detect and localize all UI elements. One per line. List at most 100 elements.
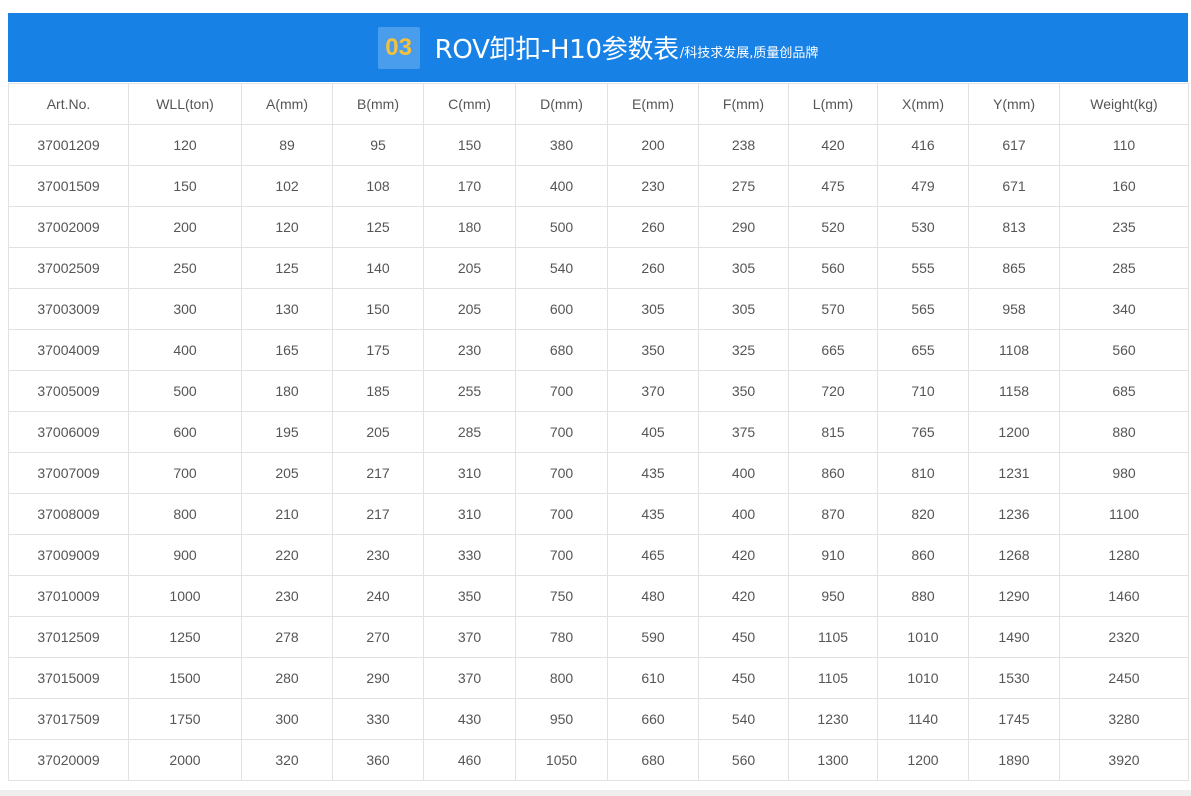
table-row: 37020009 2000 320 360 460 1050 680 560 1300 1200 1… [8, 739, 1189, 781]
cell-b: 95 [332, 124, 424, 166]
table-row: 37012509 1250 278 270 370 780 590 450 1105 1010 14… [8, 616, 1189, 658]
cell-c: 460 [423, 739, 516, 781]
cell-f: 238 [698, 124, 789, 166]
cell-y: 1268 [968, 534, 1060, 576]
cell-f: 420 [698, 534, 789, 576]
cell-a: 205 [241, 452, 333, 494]
table-row: 37007009 700 205 217 310 700 435 400 860 810 1231 9… [8, 452, 1189, 494]
cell-f: 305 [698, 288, 789, 330]
cell-c: 255 [423, 370, 516, 412]
cell-e: 590 [607, 616, 699, 658]
table-row: 37003009 300 130 150 205 600 305 305 570 565 958 34… [8, 288, 1189, 330]
cell-e: 480 [607, 575, 699, 617]
cell-d: 680 [515, 329, 608, 371]
column-header-art-no: Art.No. [8, 83, 129, 125]
cell-weight: 685 [1059, 370, 1189, 412]
column-header-y: Y(mm) [968, 83, 1060, 125]
cell-b: 150 [332, 288, 424, 330]
cell-c: 180 [423, 206, 516, 248]
column-header-b: B(mm) [332, 83, 424, 125]
table-row: 37002509 250 125 140 205 540 260 305 560 555 865 28… [8, 247, 1189, 289]
column-header-wll: WLL(ton) [128, 83, 242, 125]
cell-a: 125 [241, 247, 333, 289]
cell-f: 375 [698, 411, 789, 453]
cell-b: 330 [332, 698, 424, 740]
cell-b: 125 [332, 206, 424, 248]
cell-l: 720 [788, 370, 878, 412]
cell-c: 310 [423, 493, 516, 535]
cell-a: 102 [241, 165, 333, 207]
cell-art-no: 37005009 [8, 370, 129, 412]
cell-b: 175 [332, 329, 424, 371]
cell-d: 800 [515, 657, 608, 699]
cell-c: 205 [423, 247, 516, 289]
cell-l: 815 [788, 411, 878, 453]
cell-y: 671 [968, 165, 1060, 207]
cell-wll: 300 [128, 288, 242, 330]
cell-e: 230 [607, 165, 699, 207]
cell-art-no: 37002509 [8, 247, 129, 289]
table-row: 37004009 400 165 175 230 680 350 325 665 655 1108 5… [8, 329, 1189, 371]
cell-d: 540 [515, 247, 608, 289]
cell-x: 860 [877, 534, 969, 576]
cell-e: 465 [607, 534, 699, 576]
cell-weight: 1280 [1059, 534, 1189, 576]
cell-weight: 160 [1059, 165, 1189, 207]
cell-f: 290 [698, 206, 789, 248]
cell-b: 140 [332, 247, 424, 289]
cell-c: 370 [423, 657, 516, 699]
cell-a: 220 [241, 534, 333, 576]
cell-d: 1050 [515, 739, 608, 781]
cell-e: 680 [607, 739, 699, 781]
cell-c: 150 [423, 124, 516, 166]
column-header-e: E(mm) [607, 83, 699, 125]
cell-e: 260 [607, 206, 699, 248]
cell-e: 350 [607, 329, 699, 371]
cell-a: 180 [241, 370, 333, 412]
cell-a: 195 [241, 411, 333, 453]
cell-weight: 560 [1059, 329, 1189, 371]
cell-y: 1745 [968, 698, 1060, 740]
cell-f: 420 [698, 575, 789, 617]
cell-weight: 285 [1059, 247, 1189, 289]
cell-f: 325 [698, 329, 789, 371]
cell-c: 230 [423, 329, 516, 371]
cell-l: 870 [788, 493, 878, 535]
cell-c: 370 [423, 616, 516, 658]
column-header-c: C(mm) [423, 83, 516, 125]
cell-x: 1010 [877, 616, 969, 658]
cell-wll: 1500 [128, 657, 242, 699]
cell-a: 120 [241, 206, 333, 248]
cell-weight: 3920 [1059, 739, 1189, 781]
cell-art-no: 37001509 [8, 165, 129, 207]
cell-l: 520 [788, 206, 878, 248]
cell-d: 380 [515, 124, 608, 166]
cell-x: 765 [877, 411, 969, 453]
cell-art-no: 37009009 [8, 534, 129, 576]
cell-f: 305 [698, 247, 789, 289]
cell-a: 130 [241, 288, 333, 330]
cell-y: 958 [968, 288, 1060, 330]
cell-f: 350 [698, 370, 789, 412]
cell-x: 555 [877, 247, 969, 289]
cell-y: 865 [968, 247, 1060, 289]
cell-b: 240 [332, 575, 424, 617]
cell-art-no: 37017509 [8, 698, 129, 740]
cell-weight: 1100 [1059, 493, 1189, 535]
cell-e: 405 [607, 411, 699, 453]
cell-a: 278 [241, 616, 333, 658]
column-header-x: X(mm) [877, 83, 969, 125]
table-row: 37005009 500 180 185 255 700 370 350 720 710 1158 6… [8, 370, 1189, 412]
cell-weight: 340 [1059, 288, 1189, 330]
cell-x: 655 [877, 329, 969, 371]
cell-x: 530 [877, 206, 969, 248]
bottom-divider [0, 790, 1191, 796]
cell-f: 400 [698, 452, 789, 494]
cell-y: 813 [968, 206, 1060, 248]
cell-wll: 400 [128, 329, 242, 371]
cell-wll: 2000 [128, 739, 242, 781]
table-row: 37008009 800 210 217 310 700 435 400 870 820 1236 1… [8, 493, 1189, 535]
cell-d: 500 [515, 206, 608, 248]
table-row: 37001209 120 89 95 150 380 200 238 420 416 617 110 [8, 124, 1189, 166]
cell-c: 170 [423, 165, 516, 207]
